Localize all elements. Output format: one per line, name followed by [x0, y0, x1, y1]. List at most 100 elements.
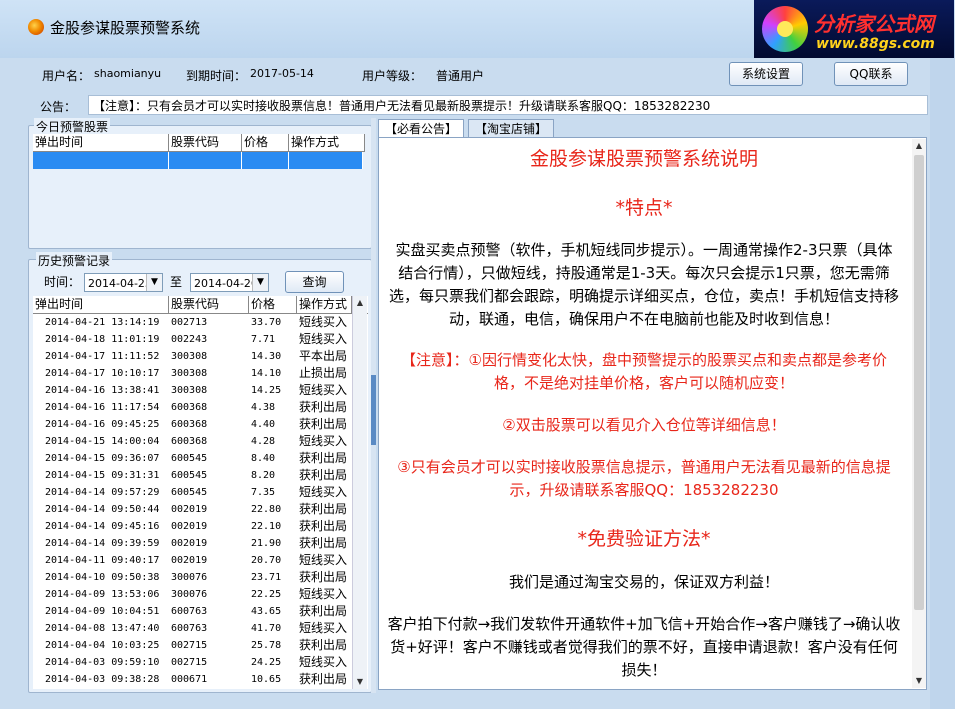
table-cell: 002019: [171, 504, 208, 515]
table-row[interactable]: 2014-04-16 13:38:41 300308 14.25 短线买入: [33, 382, 368, 399]
column-header[interactable]: 价格: [249, 296, 297, 313]
chevron-down-icon[interactable]: ▼: [146, 274, 162, 291]
column-header[interactable]: 价格: [242, 134, 289, 151]
table-cell: 2014-04-09 10:04:51: [45, 606, 160, 617]
verify-heading: *免费验证方法*: [577, 528, 711, 550]
table-cell: 2014-04-15 09:31:31: [45, 470, 160, 481]
table-cell: 2014-04-16 09:45:25: [45, 419, 160, 430]
history-scrollbar[interactable]: ▲ ▼: [352, 296, 367, 689]
table-row[interactable]: 2014-04-04 10:03:25 002715 25.78 获利出局: [33, 637, 368, 654]
table-row[interactable]: 2014-04-18 11:01:19 002243 7.71 短线买入: [33, 331, 368, 348]
table-cell: 短线买入: [299, 553, 348, 567]
table-cell: 300076: [171, 572, 208, 583]
table-row[interactable]: 2014-04-08 13:47:40 600763 41.70 短线买入: [33, 620, 368, 637]
table-cell: 33.70: [251, 317, 282, 328]
table-cell: 2014-04-03 09:59:10: [45, 657, 160, 668]
scroll-down-icon[interactable]: ▼: [912, 674, 926, 688]
column-header[interactable]: 股票代码: [169, 134, 242, 151]
table-row[interactable]: 2014-04-03 09:59:10 002715 24.25 短线买入: [33, 654, 368, 671]
table-cell: 14.25: [251, 385, 282, 396]
table-row[interactable]: 2014-04-15 14:00:04 600368 4.28 短线买入: [33, 433, 368, 450]
table-row[interactable]: 2014-04-15 09:36:07 600545 8.40 获利出局: [33, 450, 368, 467]
table-cell: 2014-04-03 09:38:28: [45, 674, 160, 685]
table-cell: 002019: [171, 555, 208, 566]
from-date-select[interactable]: 2014-04-25 ▼: [84, 273, 163, 292]
table-cell: 000671: [171, 674, 208, 685]
table-cell: 2014-04-18 11:01:19: [45, 334, 160, 345]
table-cell: 300076: [171, 589, 208, 600]
table-cell: 2014-04-17 11:11:52: [45, 351, 160, 362]
scroll-down-icon[interactable]: ▼: [353, 675, 367, 689]
table-row[interactable]: 2014-04-17 10:10:17 300308 14.10 止损出局: [33, 365, 368, 382]
table-row[interactable]: 2014-04-09 10:04:51 600763 43.65 获利出局: [33, 603, 368, 620]
table-row[interactable]: 2014-04-16 09:45:25 600368 4.40 获利出局: [33, 416, 368, 433]
chevron-down-icon[interactable]: ▼: [252, 274, 268, 291]
column-header[interactable]: 弹出时间: [33, 134, 169, 151]
history-table[interactable]: 弹出时间 股票代码 价格 操作方式 2014-04-21 13:14:19 002…: [33, 296, 368, 689]
expiry-value: 2017-05-14: [250, 67, 314, 80]
table-cell: 002715: [171, 640, 208, 651]
announcement-panel: 金股参谋股票预警系统说明 *特点* 实盘买卖点预警（软件，手机短线同步提示）。一…: [378, 137, 927, 690]
table-cell: 600545: [171, 487, 208, 498]
flower-logo-icon: [762, 6, 808, 52]
query-button[interactable]: 查询: [285, 271, 344, 293]
table-cell: 2014-04-14 09:50:44: [45, 504, 160, 515]
column-header[interactable]: 操作方式: [297, 296, 352, 313]
table-cell: 41.70: [251, 623, 282, 634]
history-title: 历史预警记录: [36, 252, 113, 269]
level-label: 用户等级：: [362, 69, 423, 83]
table-row[interactable]: 2014-04-14 09:57:29 600545 7.35 短线买入: [33, 484, 368, 501]
table-cell: 24.25: [251, 657, 282, 668]
tab-taobao[interactable]: 【淘宝店铺】: [468, 119, 554, 137]
table-cell: 短线买入: [299, 383, 348, 397]
table-row[interactable]: 2014-04-03 09:38:28 000671 10.65 获利出局: [33, 671, 368, 688]
tab-announcement[interactable]: 【必看公告】: [378, 119, 464, 137]
table-cell: 2014-04-11 09:40:17: [45, 555, 160, 566]
table-cell: 600763: [171, 623, 208, 634]
note-3: ③只有会员才可以实时接收股票信息提示，普通用户无法看见最新的信息提示，升级请联系…: [397, 458, 891, 499]
table-cell: 43.65: [251, 606, 282, 617]
table-cell: 600545: [171, 453, 208, 464]
table-cell: 获利出局: [299, 672, 348, 686]
table-row[interactable]: 2014-04-09 13:53:06 300076 22.25 短线买入: [33, 586, 368, 603]
table-cell: 短线买入: [299, 587, 348, 601]
table-row[interactable]: 2014-04-14 09:50:44 002019 22.80 获利出局: [33, 501, 368, 518]
qq-contact-button[interactable]: QQ联系: [834, 62, 908, 86]
table-cell: 300308: [171, 385, 208, 396]
splitter-handle[interactable]: [371, 375, 376, 445]
scroll-up-icon[interactable]: ▲: [912, 139, 926, 153]
table-cell: 2014-04-10 09:50:38: [45, 572, 160, 583]
table-cell: 300308: [171, 351, 208, 362]
table-cell: 600368: [171, 402, 208, 413]
username-label: 用户名：: [42, 69, 91, 83]
column-header[interactable]: 弹出时间: [33, 296, 169, 313]
table-cell: 14.30: [251, 351, 282, 362]
column-header[interactable]: 股票代码: [169, 296, 249, 313]
table-row[interactable]: 2014-04-14 09:45:16 002019 22.10 获利出局: [33, 518, 368, 535]
scroll-up-icon[interactable]: ▲: [353, 296, 367, 310]
table-cell: 获利出局: [299, 570, 348, 584]
table-cell: 23.71: [251, 572, 282, 583]
table-cell: 8.20: [251, 470, 276, 481]
table-row[interactable]: 2014-04-11 09:40:17 002019 20.70 短线买入: [33, 552, 368, 569]
table-row[interactable]: 2014-04-15 09:31:31 600545 8.20 获利出局: [33, 467, 368, 484]
table-row[interactable]: 2014-04-10 09:50:38 300076 23.71 获利出局: [33, 569, 368, 586]
table-cell: 获利出局: [299, 417, 348, 431]
to-date-select[interactable]: 2014-04-26 ▼: [190, 273, 269, 292]
from-date-value: 2014-04-25: [88, 277, 152, 290]
table-row[interactable]: 2014-04-17 11:11:52 300308 14.30 平本出局: [33, 348, 368, 365]
table-cell: 10.65: [251, 674, 282, 685]
table-row[interactable]: 2014-04-21 13:14:19 002713 33.70 短线买入: [33, 314, 368, 331]
table-cell: 获利出局: [299, 502, 348, 516]
table-cell: 2014-04-21 13:14:19: [45, 317, 160, 328]
column-header[interactable]: 操作方式: [289, 134, 365, 151]
table-row[interactable]: 2014-04-14 09:39:59 002019 21.90 获利出局: [33, 535, 368, 552]
table-cell: 短线买入: [299, 485, 348, 499]
table-row[interactable]: 2014-04-16 11:17:54 600368 4.38 获利出局: [33, 399, 368, 416]
table-cell: 获利出局: [299, 519, 348, 533]
scroll-thumb[interactable]: [914, 155, 924, 610]
today-selected-row[interactable]: [33, 152, 363, 169]
table-cell: 短线买入: [299, 655, 348, 669]
settings-button[interactable]: 系统设置: [729, 62, 803, 86]
table-cell: 获利出局: [299, 400, 348, 414]
